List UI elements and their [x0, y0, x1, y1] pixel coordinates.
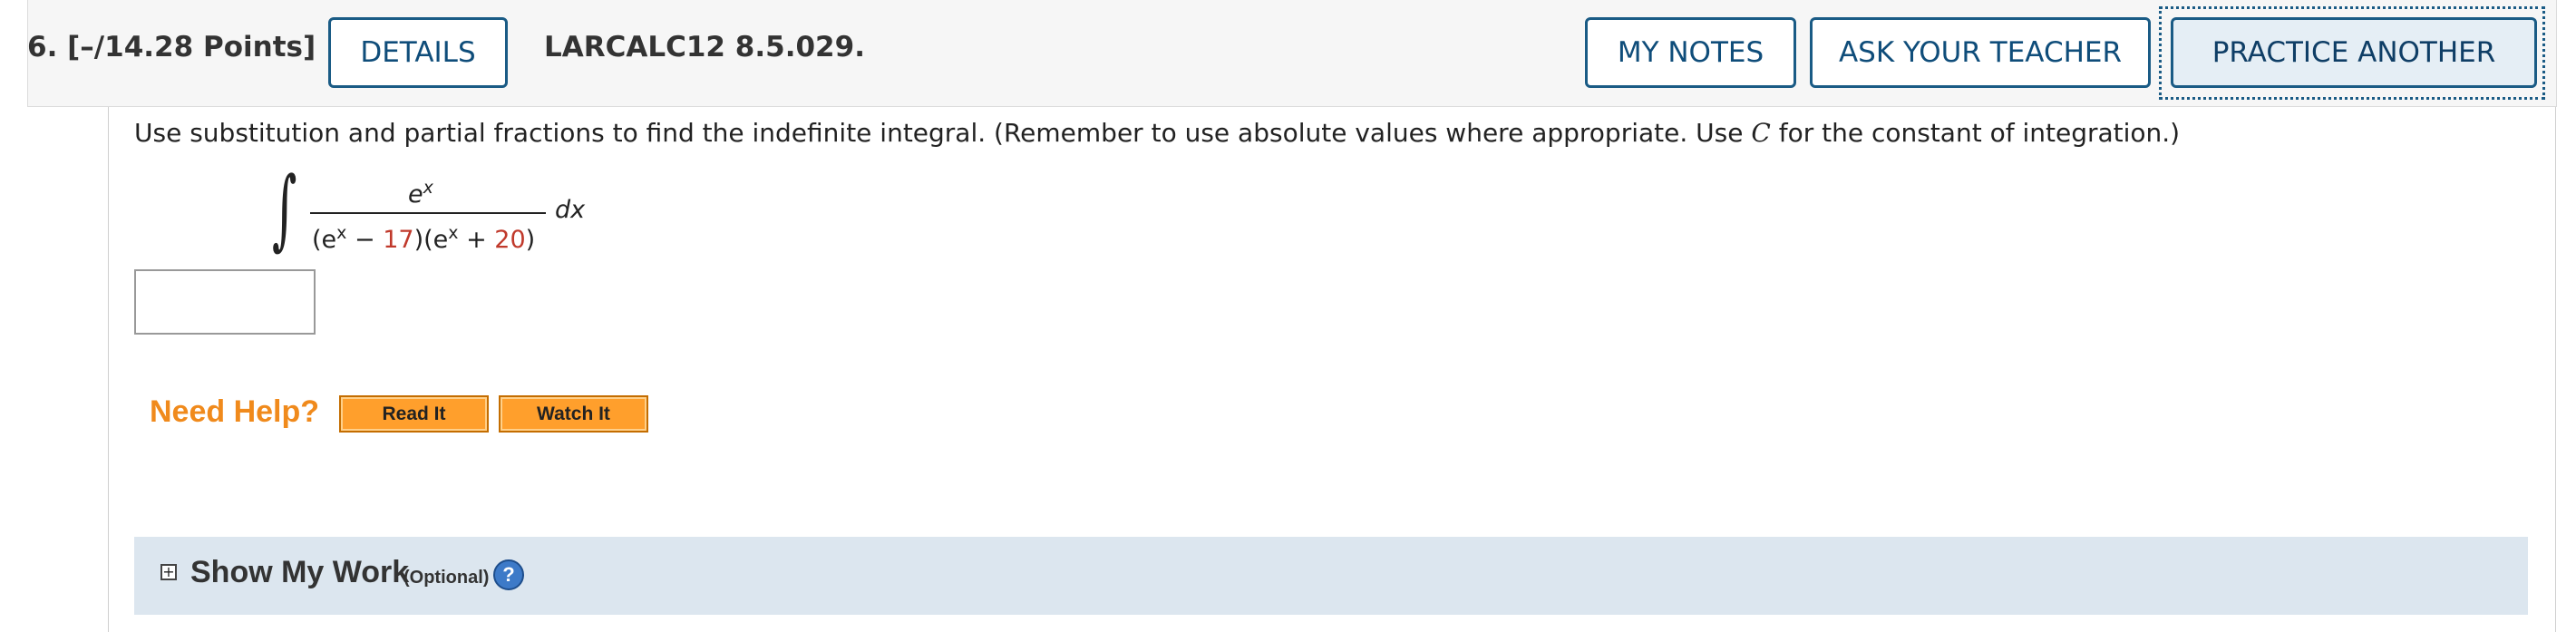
my-notes-button[interactable]: MY NOTES [1585, 17, 1796, 88]
expand-icon[interactable]: + [160, 564, 177, 580]
fraction-numerator: ex [408, 178, 433, 209]
instruction-text-1: Use substitution and partial fractions t… [134, 118, 1752, 148]
numerator-base: e [408, 180, 423, 209]
optional-label: (Optional) [403, 568, 490, 588]
ask-teacher-button[interactable]: ASK YOUR TEACHER [1810, 17, 2151, 88]
show-my-work-panel[interactable]: + Show My Work (Optional) ? [134, 537, 2528, 615]
den-plus: + [458, 226, 495, 254]
fraction-bar [310, 212, 546, 214]
den-open: (e [312, 226, 337, 254]
den-mid: )(e [413, 226, 449, 254]
den-close: ) [525, 226, 536, 254]
details-button[interactable]: DETAILS [328, 17, 508, 88]
den-minus: − [346, 226, 384, 254]
show-my-work-title[interactable]: Show My Work [190, 555, 409, 590]
integral-sign: ∫ [272, 158, 297, 259]
differential: dx [555, 196, 586, 224]
read-it-button[interactable]: Read It [339, 395, 489, 433]
den-constant-2: 20 [494, 226, 526, 254]
instruction-text-2: for the constant of integration.) [1770, 118, 2181, 148]
fraction-denominator: (ex − 17)(ex + 20) [312, 223, 535, 254]
den-exponent-2: x [448, 223, 459, 243]
numerator-exponent: x [423, 178, 433, 198]
constant-variable: C [1751, 118, 1771, 148]
problem-instructions: Use substitution and partial fractions t… [134, 118, 2180, 148]
question-code: LARCALC12 8.5.029. [544, 31, 865, 63]
den-exponent-1: x [336, 223, 347, 243]
practice-another-button[interactable]: PRACTICE ANOTHER [2171, 17, 2537, 88]
need-help-label: Need Help? [150, 394, 320, 429]
help-icon[interactable]: ? [493, 559, 524, 590]
watch-it-button[interactable]: Watch It [499, 395, 648, 433]
question-points: 6. [–/14.28 Points] [27, 31, 316, 63]
den-constant-1: 17 [383, 226, 414, 254]
answer-input[interactable] [134, 269, 316, 335]
